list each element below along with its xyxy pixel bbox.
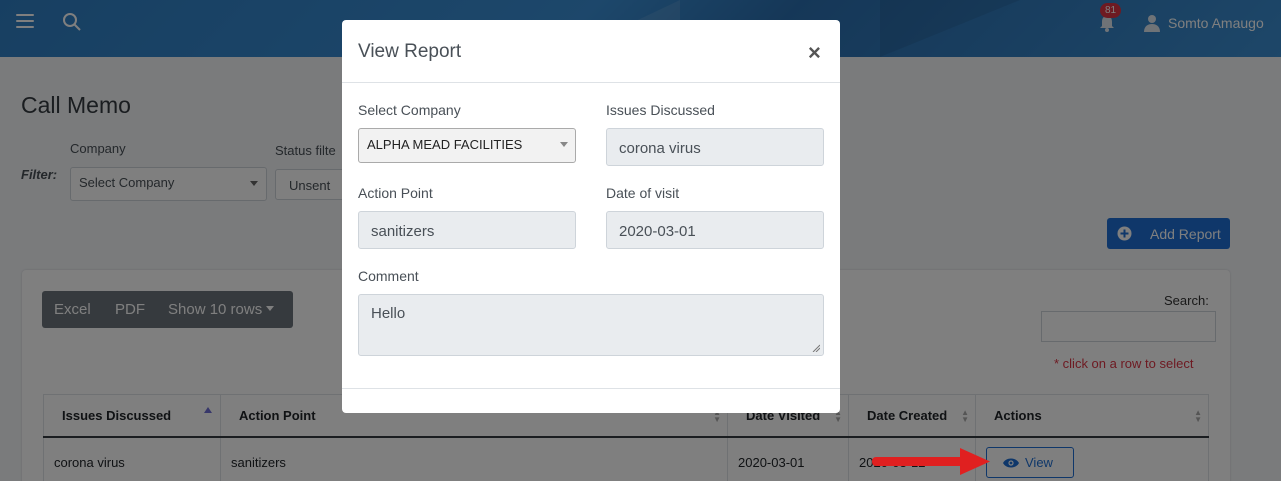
chevron-down-icon [560, 142, 568, 147]
annotation-arrow-icon [872, 448, 990, 475]
select-company-label: Select Company [358, 102, 461, 118]
comment-value: Hello [371, 305, 406, 322]
resize-handle-icon[interactable] [812, 344, 820, 352]
select-company-dropdown[interactable]: ALPHA MEAD FACILITIES [358, 128, 576, 163]
comment-textarea[interactable]: Hello [358, 294, 824, 356]
view-report-modal: View Report × Select Company ALPHA MEAD … [342, 20, 840, 413]
modal-divider [342, 82, 840, 83]
date-of-visit-label: Date of visit [606, 185, 680, 201]
issues-discussed-label: Issues Discussed [606, 102, 715, 118]
select-company-value: ALPHA MEAD FACILITIES [367, 137, 523, 152]
action-point-field[interactable]: sanitizers [358, 211, 576, 249]
comment-label: Comment [358, 268, 419, 284]
close-icon[interactable]: × [808, 40, 821, 66]
issues-discussed-field[interactable]: corona virus [606, 128, 824, 166]
date-of-visit-field[interactable]: 2020-03-01 [606, 211, 824, 249]
modal-footer-divider [342, 388, 840, 389]
modal-title: View Report [358, 41, 462, 62]
action-point-label: Action Point [358, 185, 433, 201]
